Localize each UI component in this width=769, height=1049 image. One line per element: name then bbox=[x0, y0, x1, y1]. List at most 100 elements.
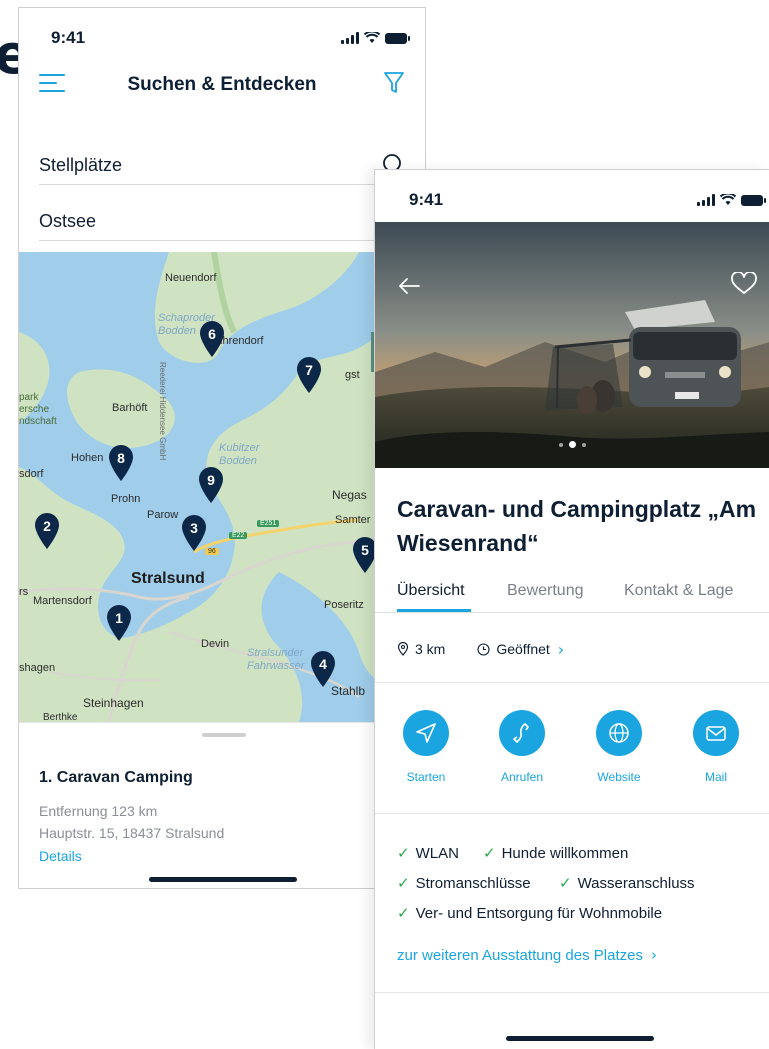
call-circle[interactable] bbox=[499, 710, 545, 756]
map-pin-number: 8 bbox=[117, 450, 125, 466]
call-button[interactable]: Anrufen bbox=[487, 710, 557, 784]
action-label: Website bbox=[597, 770, 641, 784]
map-label: Barhöft bbox=[112, 402, 148, 414]
carousel-dot-active[interactable] bbox=[569, 441, 576, 448]
sheet-grabber[interactable] bbox=[202, 733, 246, 737]
battery-icon bbox=[385, 32, 410, 44]
map-pin[interactable]: 7 bbox=[295, 356, 323, 394]
status-bar: 9:41 bbox=[375, 180, 769, 224]
check-icon: ✓ bbox=[397, 844, 410, 862]
tab-overview[interactable]: Übersicht bbox=[397, 582, 465, 600]
website-button[interactable]: Website bbox=[584, 710, 654, 784]
carousel-dot[interactable] bbox=[582, 442, 586, 447]
info-row: 3 km Geöffnet › bbox=[397, 638, 564, 660]
back-arrow-icon[interactable] bbox=[395, 274, 423, 298]
feature-item: ✓ Ver- und Entsorgung für Wohnmobile bbox=[397, 904, 662, 922]
map-label: Stralsund bbox=[131, 570, 205, 587]
map-label: Devin bbox=[201, 638, 230, 650]
status-time: 9:41 bbox=[409, 190, 444, 209]
page-title: Suchen & Entdecken bbox=[127, 74, 317, 95]
location-icon bbox=[397, 642, 409, 656]
map-label: park bbox=[19, 392, 39, 403]
map-label: Negas bbox=[332, 488, 367, 502]
chevron-right-icon[interactable]: › bbox=[558, 640, 564, 659]
map-pin[interactable]: 9 bbox=[197, 466, 225, 504]
more-amenities-label: zur weiteren Ausstattung des Platzes bbox=[397, 947, 643, 964]
tab-contact[interactable]: Kontakt & Lage bbox=[624, 582, 733, 600]
website-circle[interactable] bbox=[596, 710, 642, 756]
tab-bar: Übersicht Bewertung Kontakt & Lage bbox=[375, 570, 769, 613]
detail-screen: 9:41 Caravan- und Campingplatz „Am Wiese… bbox=[374, 169, 769, 1049]
map-pin[interactable]: 4 bbox=[309, 650, 337, 688]
map-pin[interactable]: 1 bbox=[105, 604, 133, 642]
status-icons bbox=[341, 32, 410, 44]
road-shield: E251 bbox=[257, 520, 280, 527]
status-bar: 9:41 bbox=[19, 18, 425, 62]
divider bbox=[375, 813, 769, 814]
map-label: rs bbox=[19, 586, 29, 598]
result-title: 1. Caravan Camping bbox=[39, 769, 193, 786]
signal-icon bbox=[697, 194, 715, 206]
venue-title: Caravan- und Campingplatz „Am Wiesenrand… bbox=[397, 496, 757, 556]
mail-icon bbox=[706, 726, 726, 741]
region-value: Ostsee bbox=[39, 211, 97, 231]
result-distance: Entfernung 123 km bbox=[39, 803, 158, 819]
check-icon: ✓ bbox=[397, 874, 410, 892]
map-label: Kubitzer Bodden bbox=[219, 442, 260, 467]
divider bbox=[375, 682, 769, 683]
check-icon: ✓ bbox=[559, 874, 572, 892]
map-pin-number: 3 bbox=[190, 520, 198, 536]
map-pin-number: 9 bbox=[207, 472, 215, 488]
app-header: Suchen & Entdecken bbox=[19, 64, 425, 108]
filter-icon[interactable] bbox=[383, 70, 405, 96]
map-pin[interactable]: 6 bbox=[198, 320, 226, 358]
globe-icon bbox=[609, 723, 629, 743]
map-label: Berthke bbox=[43, 712, 78, 722]
heart-icon[interactable] bbox=[730, 272, 758, 296]
map-pin[interactable]: 8 bbox=[107, 444, 135, 482]
start-circle[interactable] bbox=[403, 710, 449, 756]
feature-label: WLAN bbox=[415, 845, 459, 862]
signal-icon bbox=[341, 32, 359, 44]
feature-item: ✓ Stromanschlüsse bbox=[397, 874, 531, 892]
feature-label: Hunde willkommen bbox=[501, 845, 629, 862]
map-label: sdorf bbox=[19, 468, 44, 480]
map-pin-number: 2 bbox=[43, 518, 51, 534]
map-label: Hohen bbox=[71, 452, 104, 464]
category-field[interactable]: Stellplätze bbox=[39, 144, 425, 185]
battery-icon bbox=[741, 194, 766, 206]
map-label: Neuendorf bbox=[165, 272, 217, 284]
result-address: Hauptstr. 15, 18437 Stralsund bbox=[39, 825, 225, 841]
action-label: Starten bbox=[406, 770, 446, 784]
map-label: Martensdorf bbox=[33, 595, 92, 607]
mail-button[interactable]: Mail bbox=[681, 710, 751, 784]
status-icons bbox=[697, 194, 766, 206]
divider bbox=[375, 992, 769, 993]
opening-status[interactable]: Geöffnet bbox=[496, 641, 549, 657]
result-sheet[interactable]: 1. Caravan Camping Entfernung 123 km Hau… bbox=[19, 722, 425, 888]
feature-label: Wasseranschluss bbox=[577, 875, 695, 892]
road-shield: E22 bbox=[229, 532, 248, 539]
carousel-dots[interactable] bbox=[375, 441, 769, 448]
search-screen: 9:41 Suchen & Entdecken Stellplätze Osts… bbox=[18, 7, 426, 889]
map-pin-number: 7 bbox=[305, 362, 313, 378]
map-label: Parow bbox=[147, 509, 179, 521]
map-pin[interactable]: 2 bbox=[33, 512, 61, 550]
map-view[interactable]: Neuendorf Schaproder Bodden Suhrendorf B… bbox=[19, 252, 425, 722]
hero-image[interactable] bbox=[375, 222, 769, 468]
map-pin[interactable]: 3 bbox=[180, 514, 208, 552]
home-indicator bbox=[506, 1036, 654, 1041]
map-label: Steinhagen bbox=[83, 696, 144, 710]
check-icon: ✓ bbox=[397, 904, 410, 922]
map-pin-number: 4 bbox=[319, 656, 327, 672]
carousel-dot[interactable] bbox=[559, 442, 563, 447]
feature-label: Ver- und Entsorgung für Wohnmobile bbox=[415, 905, 663, 922]
feature-item: ✓ Wasseranschluss bbox=[559, 874, 695, 892]
more-amenities-link[interactable]: zur weiteren Ausstattung des Platzes › bbox=[397, 946, 657, 964]
details-link[interactable]: Details bbox=[39, 848, 82, 864]
campervan-photo bbox=[375, 222, 769, 468]
tab-reviews[interactable]: Bewertung bbox=[507, 582, 584, 600]
start-button[interactable]: Starten bbox=[391, 710, 461, 784]
region-field[interactable]: Ostsee bbox=[39, 200, 425, 241]
mail-circle[interactable] bbox=[693, 710, 739, 756]
